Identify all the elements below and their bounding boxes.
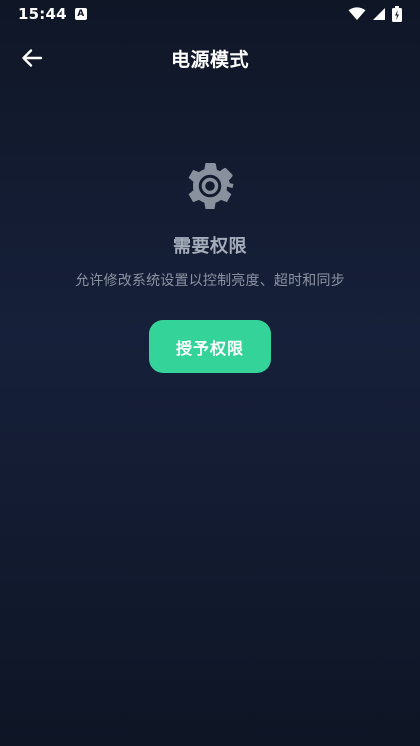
status-left: 15:44 A	[18, 5, 87, 23]
app-bar: 电源模式	[0, 28, 420, 88]
status-right	[348, 6, 402, 22]
permission-description: 允许修改系统设置以控制亮度、超时和同步	[75, 273, 345, 289]
a-icon: A	[74, 8, 87, 20]
gear-icon	[188, 163, 234, 209]
battery-charging-icon	[392, 6, 402, 22]
back-button[interactable]	[14, 42, 50, 74]
back-arrow-icon	[22, 49, 43, 67]
page-title: 电源模式	[170, 48, 249, 71]
status-bar: 15:44 A	[0, 0, 420, 28]
wifi-icon	[348, 7, 366, 20]
status-time: 15:44	[18, 5, 67, 23]
permission-title: 需要权限	[173, 236, 247, 257]
signal-icon	[373, 8, 385, 20]
permission-panel: 需要权限 允许修改系统设置以控制亮度、超时和同步 授予权限	[0, 160, 420, 373]
grant-permission-button[interactable]: 授予权限	[149, 320, 271, 373]
